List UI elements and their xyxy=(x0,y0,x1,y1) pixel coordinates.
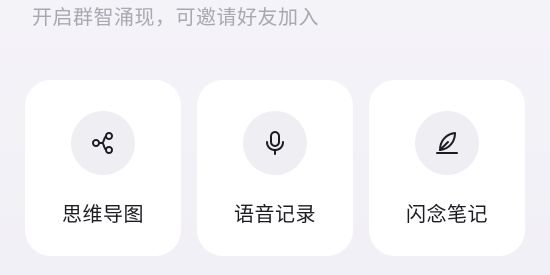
flash-note-card[interactable]: 闪念笔记 xyxy=(369,80,525,256)
quick-create-cards: 思维导图 语音记录 闪念笔记 xyxy=(25,80,525,256)
feather-icon xyxy=(436,132,458,154)
microphone-icon-badge xyxy=(243,111,307,175)
flash-note-label: 闪念笔记 xyxy=(406,202,488,226)
microphone-icon xyxy=(266,131,284,155)
mind-map-card[interactable]: 思维导图 xyxy=(25,80,181,256)
voice-record-card[interactable]: 语音记录 xyxy=(197,80,353,256)
mind-map-icon-badge xyxy=(71,111,135,175)
voice-record-label: 语音记录 xyxy=(234,202,316,226)
mind-map-icon xyxy=(92,132,113,154)
mind-map-label: 思维导图 xyxy=(62,202,144,226)
feather-icon-badge xyxy=(415,111,479,175)
invite-subtitle: 开启群智涌现，可邀请好友加入 xyxy=(32,5,319,29)
